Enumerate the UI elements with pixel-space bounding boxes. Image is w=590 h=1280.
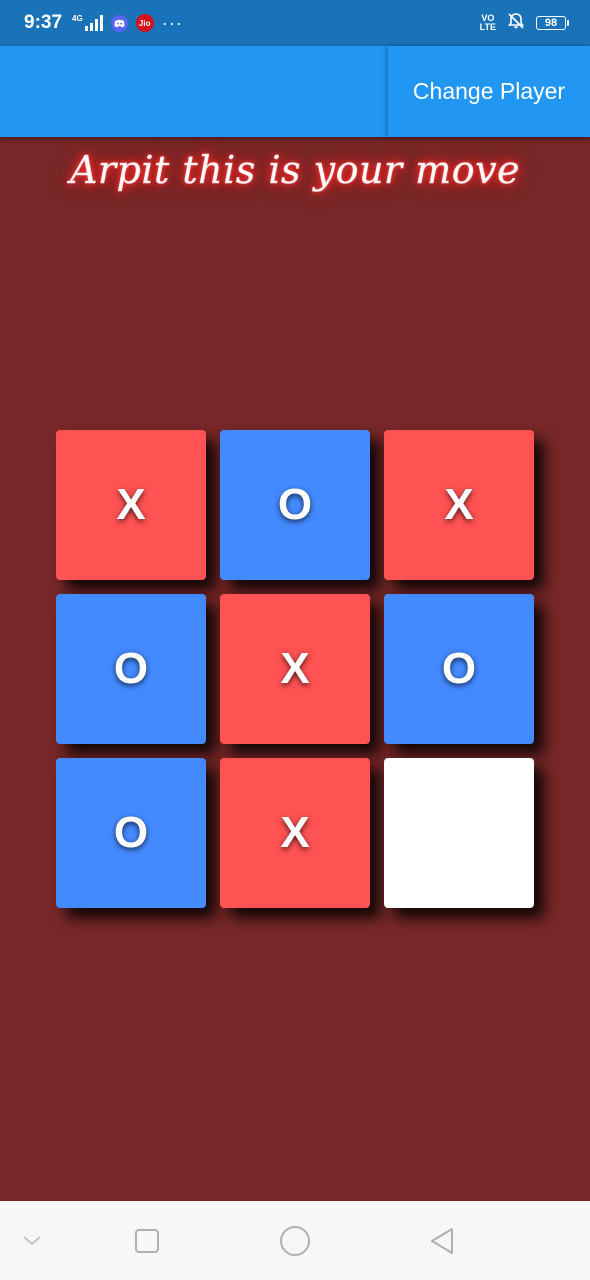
mute-icon <box>506 11 526 36</box>
recents-square-icon[interactable] <box>107 1201 187 1280</box>
board-cell-7[interactable]: O <box>56 758 206 908</box>
navigation-bar <box>0 1201 590 1280</box>
board-cell-1[interactable]: X <box>56 430 206 580</box>
chevron-down-icon[interactable] <box>0 1201 72 1280</box>
volte-bottom: LTE <box>479 22 496 32</box>
network-type: 4G <box>72 14 83 23</box>
volte-icon: VO LTE <box>480 14 496 32</box>
status-bar: 9:37 4G Jio ··· VO LTE 98 <box>0 0 590 46</box>
home-circle-icon[interactable] <box>255 1201 335 1280</box>
discord-icon <box>110 14 128 32</box>
battery-icon: 98 <box>536 16 569 30</box>
jio-icon: Jio <box>135 14 154 32</box>
board-cell-5[interactable]: X <box>220 594 370 744</box>
more-notifications-icon: ··· <box>161 12 183 33</box>
board-cell-3[interactable]: X <box>384 430 534 580</box>
board-cell-2[interactable]: O <box>220 430 370 580</box>
board-cell-6[interactable]: O <box>384 594 534 744</box>
status-time: 9:37 <box>24 12 63 33</box>
app-bar: Change Player <box>0 46 590 137</box>
game-board: X O X O X O O X <box>56 430 534 908</box>
board-cell-8[interactable]: X <box>220 758 370 908</box>
board-cell-9[interactable] <box>384 758 534 908</box>
board-cell-4[interactable]: O <box>56 594 206 744</box>
signal-icon: 4G <box>72 15 103 31</box>
turn-message: Arpit this is your move <box>69 148 521 193</box>
change-player-button[interactable]: Change Player <box>388 46 590 137</box>
back-triangle-icon[interactable] <box>402 1201 482 1280</box>
